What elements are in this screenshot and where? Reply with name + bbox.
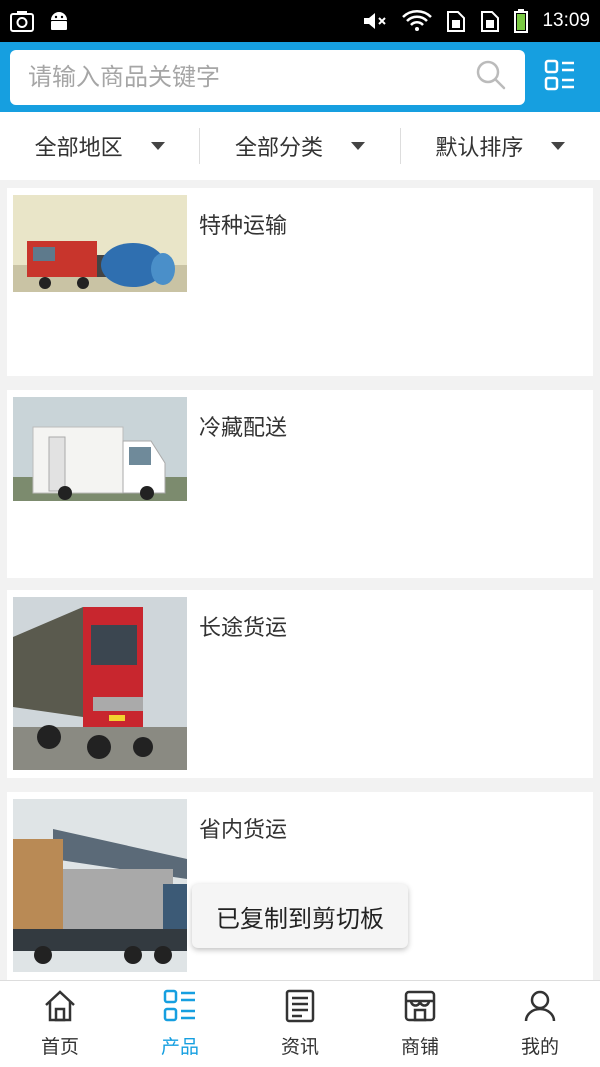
product-image-long-haul[interactable]	[13, 597, 187, 770]
nav-label: 首页	[40, 1036, 79, 1058]
product-image-cold-chain[interactable]	[13, 397, 187, 501]
filter-category[interactable]: 全部分类	[199, 128, 399, 164]
status-bar: 13:09	[0, 0, 600, 42]
filter-label: 全部地区	[34, 136, 123, 161]
nav-label: 资讯	[280, 1036, 319, 1058]
nav-label: 商铺	[400, 1036, 439, 1058]
header-bar	[0, 42, 600, 112]
battery-icon	[514, 9, 529, 33]
filter-sort[interactable]: 默认排序	[399, 128, 600, 164]
home-icon	[43, 989, 77, 1028]
filter-label: 默认排序	[435, 136, 524, 161]
product-title[interactable]: 冷藏配送	[199, 410, 287, 442]
category-menu-button[interactable]	[531, 59, 590, 95]
caret-down-icon	[351, 142, 365, 150]
nav-label: 产品	[160, 1036, 199, 1058]
product-title[interactable]: 长途货运	[199, 610, 287, 642]
list-menu-icon	[544, 59, 576, 95]
android-icon	[48, 10, 70, 32]
search-input[interactable]	[28, 63, 475, 91]
product-title[interactable]: 省内货运	[199, 812, 287, 844]
volume-muted-icon	[362, 10, 388, 32]
product-list-icon	[163, 989, 197, 1028]
nav-home[interactable]: 首页	[0, 981, 120, 1067]
caret-down-icon	[551, 142, 566, 150]
status-left-icons	[10, 10, 70, 32]
search-icon[interactable]	[475, 59, 507, 95]
wifi-icon	[402, 10, 433, 32]
product-card[interactable]: 特种运输	[7, 188, 593, 376]
product-card[interactable]: 冷藏配送	[7, 390, 593, 578]
caret-down-icon	[150, 142, 165, 150]
news-icon	[283, 989, 317, 1028]
screenshot-icon	[10, 10, 34, 32]
sim1-icon	[446, 10, 466, 32]
nav-news[interactable]: 资讯	[240, 981, 360, 1067]
search-box[interactable]	[10, 49, 525, 105]
filter-bar: 全部地区 全部分类 默认排序	[0, 112, 600, 180]
bottom-nav: 首页 产品 资讯 商铺 我的	[0, 980, 600, 1067]
product-image-provincial[interactable]	[13, 799, 187, 972]
copied-toast: 已复制到剪切板	[192, 884, 408, 948]
product-card[interactable]: 长途货运	[7, 590, 593, 778]
sim2-icon	[480, 10, 500, 32]
status-right-icons: 13:09	[362, 9, 590, 33]
product-title[interactable]: 特种运输	[199, 208, 287, 240]
nav-products[interactable]: 产品	[120, 981, 240, 1067]
product-image-special-transport[interactable]	[13, 195, 187, 292]
nav-shop[interactable]: 商铺	[360, 981, 480, 1067]
user-icon	[523, 989, 557, 1028]
nav-me[interactable]: 我的	[480, 981, 600, 1067]
status-time: 13:09	[542, 10, 590, 31]
shop-icon	[403, 989, 437, 1028]
filter-label: 全部分类	[234, 136, 323, 161]
nav-label: 我的	[520, 1036, 559, 1058]
filter-region[interactable]: 全部地区	[0, 128, 199, 164]
